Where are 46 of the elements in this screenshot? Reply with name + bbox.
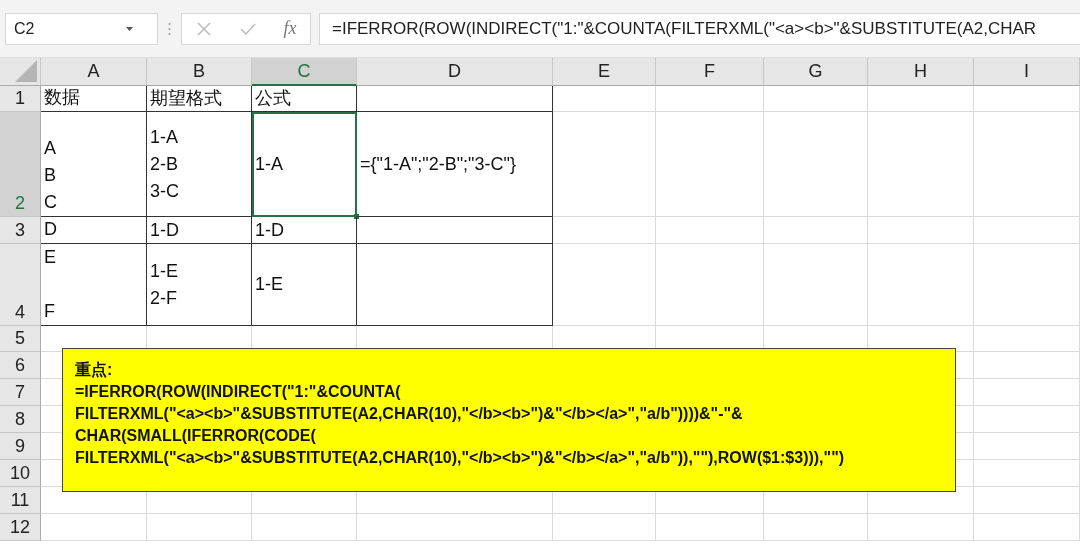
table-cell: 公式 (252, 86, 357, 112)
column-header[interactable]: G (764, 58, 868, 86)
row-header[interactable]: 1 (0, 86, 41, 112)
table-cell: 1-E 2-F (147, 244, 252, 326)
row-header[interactable]: 7 (0, 379, 41, 406)
table-cell: 1-A 2-B 3-C (147, 112, 252, 217)
table-cell: 期望格式 (147, 86, 252, 112)
insert-function-button[interactable]: fx (283, 18, 297, 39)
column-header[interactable]: C (252, 58, 357, 86)
column-header[interactable]: F (656, 58, 764, 86)
row-header[interactable]: 9 (0, 433, 41, 460)
column-header[interactable]: H (868, 58, 974, 86)
name-box[interactable]: C2 (5, 12, 158, 45)
formula-text: FILTERXML("<a><b>"&SUBSTITUTE(A2,CHAR(10),"</b><b>")&"</b></a>","a/b"))))&"-"& (75, 404, 743, 424)
table-cell: 1-D (147, 217, 252, 244)
table-cell: 1-E (252, 244, 357, 326)
table-cell: E F (41, 244, 147, 326)
column-header[interactable]: I (974, 58, 1080, 86)
table-cell: 数据 (41, 86, 147, 112)
cancel-icon[interactable] (195, 20, 212, 37)
column-header[interactable]: E (553, 58, 656, 86)
table-cell: 1-A (252, 112, 357, 217)
row-header[interactable]: 2 (0, 112, 41, 217)
table-cell: A B C (41, 112, 147, 217)
row-header[interactable]: 11 (0, 487, 41, 514)
table-cell: D (41, 217, 147, 244)
select-all-corner[interactable] (0, 58, 41, 86)
row-header[interactable]: 3 (0, 217, 41, 244)
column-header[interactable]: B (147, 58, 252, 86)
table-cell: 1-D (252, 217, 357, 244)
row-header[interactable]: 10 (0, 460, 41, 487)
drag-handle-icon[interactable] (168, 21, 171, 36)
row-header[interactable]: 8 (0, 406, 41, 433)
row-header[interactable]: 5 (0, 326, 41, 352)
note-title: 重点: (75, 360, 113, 380)
row-header[interactable]: 12 (0, 514, 41, 541)
formula-field[interactable]: =IFERROR(ROW(INDIRECT("1:"&COUNTA(FILTERXML("<a><b>"&SUBSTITUTE(A2,CHAR (319, 12, 1080, 45)
table-cell: ={"1-A";"2-B";"3-C"} (357, 112, 553, 217)
dropdown-icon (126, 26, 133, 31)
formula-text: =IFERROR(ROW(INDIRECT("1:"&COUNTA( (75, 382, 401, 402)
formula-text: CHAR(SMALL(IFERROR(CODE( (75, 426, 316, 446)
row-header[interactable]: 6 (0, 352, 41, 379)
row-header[interactable]: 4 (0, 244, 41, 326)
column-header[interactable]: A (41, 58, 147, 86)
column-header[interactable]: D (357, 58, 553, 86)
formula-text: FILTERXML("<a><b>"&SUBSTITUTE(A2,CHAR(10),"</b><b>")&"</b></a>","a/b")),""),ROW($1:$3))),"") (75, 448, 845, 468)
